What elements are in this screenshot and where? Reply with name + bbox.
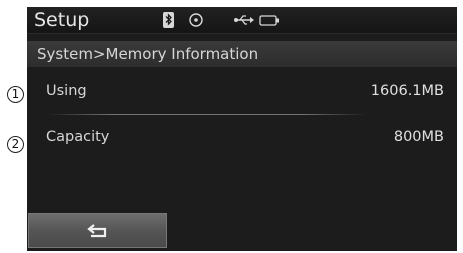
- back-arrow-icon: [87, 224, 107, 238]
- manual-illustration: 1 2 Setup System>Memory Information Usin…: [0, 0, 463, 253]
- back-button[interactable]: [28, 213, 167, 248]
- header-bar: Setup: [27, 7, 457, 34]
- subtitle-bar: System>Memory Information: [27, 41, 457, 67]
- capacity-label: Capacity: [46, 129, 110, 145]
- using-label: Using: [46, 83, 87, 99]
- callout-marker: 1: [7, 86, 24, 103]
- row-divider: [47, 114, 367, 115]
- callout-marker: 2: [7, 136, 24, 153]
- setup-screen: Setup System>Memory Information Using 16…: [27, 7, 457, 251]
- usb-icon: [234, 15, 254, 25]
- page-title: Setup: [34, 9, 90, 31]
- battery-icon: [259, 15, 279, 26]
- disc-icon: [189, 13, 203, 27]
- using-value: 1606.1MB: [370, 83, 444, 99]
- breadcrumb: System>Memory Information: [37, 45, 259, 63]
- list-item: Capacity 800MB: [27, 118, 457, 156]
- capacity-value: 800MB: [393, 129, 444, 145]
- list-item: Using 1606.1MB: [27, 72, 457, 110]
- bluetooth-icon: [163, 12, 174, 28]
